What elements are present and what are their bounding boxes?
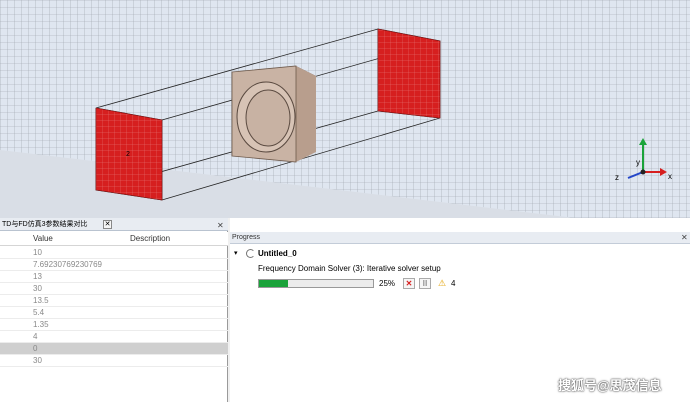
param-value: 7.69230769230769 xyxy=(33,260,102,269)
result-tab[interactable]: TD与FD仿真3参数结果对比 ✕ xyxy=(0,218,228,231)
port-far xyxy=(377,28,441,119)
param-value: 10 xyxy=(33,248,42,257)
progress-bar-fill xyxy=(259,280,288,287)
table-row[interactable]: 30 xyxy=(0,283,228,295)
table-row-selected[interactable]: 0 xyxy=(0,343,228,355)
stop-button[interactable]: ✕ xyxy=(403,278,415,289)
axis-y-label: y xyxy=(636,158,640,167)
axis-x-label: x xyxy=(668,172,672,181)
param-value: 4 xyxy=(33,332,38,341)
lower-panels: TD与FD仿真3参数结果对比 ✕ ✕ Value Description 10 … xyxy=(0,218,690,402)
progress-bar xyxy=(258,279,374,288)
task-name: Untitled_0 xyxy=(258,249,297,258)
table-row[interactable]: 1.35 xyxy=(0,319,228,331)
table-row[interactable]: 10 xyxy=(0,247,228,259)
pause-button[interactable]: II xyxy=(419,278,431,289)
param-value: 1.35 xyxy=(33,320,49,329)
param-value: 30 xyxy=(33,356,42,365)
close-pane-icon[interactable]: ✕ xyxy=(681,232,688,244)
progress-pane-header: Progress ✕ xyxy=(230,232,690,244)
warning-count: 4 xyxy=(451,279,456,288)
table-row[interactable]: 5.4 xyxy=(0,307,228,319)
component-side xyxy=(296,66,316,162)
3d-viewport[interactable]: y x z 2 xyxy=(0,0,690,218)
table-row[interactable]: 13.5 xyxy=(0,295,228,307)
chevron-down-icon[interactable]: ▾ xyxy=(234,248,238,260)
progress-percent: 25% xyxy=(379,279,396,288)
close-pane-icon[interactable]: ✕ xyxy=(217,219,224,233)
app-window: y x z 2 TD与FD仿真3参数结果对比 ✕ ✕ Value Descrip… xyxy=(0,0,690,402)
parameter-table-header: ✕ Value Description xyxy=(0,221,228,246)
busy-spinner-icon xyxy=(246,249,255,258)
close-tab-icon[interactable]: ✕ xyxy=(103,220,112,229)
warning-icon[interactable]: ⚠ xyxy=(438,278,446,289)
solver-status-text: Frequency Domain Solver (3): Iterative s… xyxy=(258,264,441,273)
progress-pane-title: Progress xyxy=(232,234,261,241)
result-tab-label: TD与FD仿真3参数结果对比 xyxy=(2,221,88,228)
column-header-description[interactable]: Description xyxy=(130,232,170,246)
watermark: 搜狐号@思茂信息 xyxy=(558,378,662,393)
table-row[interactable]: 4 xyxy=(0,331,228,343)
column-header-value[interactable]: Value xyxy=(33,232,53,246)
model-canvas: y x z xyxy=(0,0,690,218)
table-row[interactable]: 13 xyxy=(0,271,228,283)
param-value: 5.4 xyxy=(33,308,45,317)
table-row[interactable]: 30 xyxy=(0,355,228,367)
param-value: 13.5 xyxy=(33,296,49,305)
parameter-list-pane: TD与FD仿真3参数结果对比 ✕ ✕ Value Description 10 … xyxy=(0,218,228,402)
component-ring-inner xyxy=(245,89,291,147)
param-value: 13 xyxy=(33,272,42,281)
parameter-table-body: 10 7.69230769230769 13 30 13.5 5.4 1.35 … xyxy=(0,247,228,367)
table-row[interactable]: 7.69230769230769 xyxy=(0,259,228,271)
port-label: 2 xyxy=(126,151,130,158)
param-value: 30 xyxy=(33,284,42,293)
axis-z-label: z xyxy=(615,173,619,182)
param-value: 0 xyxy=(33,344,38,353)
